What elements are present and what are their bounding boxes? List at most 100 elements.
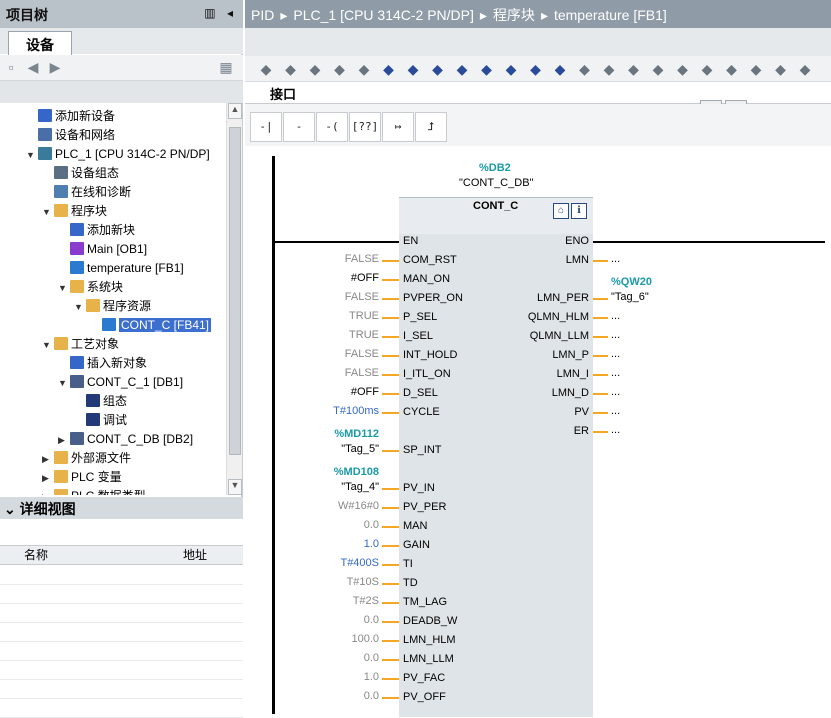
db-name[interactable]: "CONT_C_DB" (459, 177, 533, 189)
input-connector[interactable] (382, 488, 399, 490)
input-value[interactable]: T#2S (353, 595, 379, 607)
display-icon[interactable]: ◆ (453, 60, 471, 78)
scroll-down-icon[interactable]: ▼ (228, 479, 242, 495)
expand-down-icon[interactable]: ▼ (58, 279, 70, 298)
new-icon[interactable]: ▫ (2, 58, 20, 76)
output-value[interactable]: ... (611, 253, 620, 265)
input-connector[interactable] (382, 621, 399, 623)
input-connector[interactable] (382, 260, 399, 262)
detail-view-header[interactable]: ⌄ 详细视图 (0, 497, 243, 519)
tree-item[interactable]: 设备和网络 (26, 126, 115, 145)
input-value[interactable]: 0.0 (364, 652, 379, 664)
input-value[interactable]: T#100ms (333, 405, 379, 417)
insert-row-icon[interactable]: ◆ (306, 60, 324, 78)
tree-item[interactable]: 添加新设备 (26, 107, 115, 126)
expand-down-icon[interactable]: ▼ (26, 146, 38, 165)
tree-item[interactable]: ▼ 程序块 (42, 202, 107, 221)
input-value[interactable]: FALSE (345, 253, 379, 265)
upload-icon[interactable]: ◆ (649, 60, 667, 78)
output-value[interactable]: ... (611, 310, 620, 322)
breadcrumb-item[interactable]: PID (251, 7, 274, 23)
output-connector[interactable] (593, 260, 608, 262)
expand-down-icon[interactable]: ▼ (58, 374, 70, 393)
tree-item[interactable]: temperature [FB1] (58, 259, 184, 278)
comments-icon[interactable]: ◆ (429, 60, 447, 78)
tree-item[interactable]: 添加新块 (58, 221, 135, 240)
tree-item[interactable]: ▼ PLC_1 [CPU 314C-2 PN/DP] (26, 145, 210, 164)
go-offline-icon[interactable]: ◆ (600, 60, 618, 78)
overview-icon[interactable]: ▦ (217, 58, 235, 76)
download-icon[interactable]: ◆ (625, 60, 643, 78)
output-value[interactable]: ... (611, 405, 620, 417)
technology-object-icon[interactable]: ⌂ (553, 203, 569, 219)
input-value[interactable]: 0.0 (364, 519, 379, 531)
no-contact-icon[interactable]: -| |- (250, 112, 282, 161)
commissioning-icon[interactable]: ℹ (571, 203, 587, 219)
function-block[interactable]: CONT_C ⌂ ℹ EN COM_RST MAN_ON PVPER_ON P_SEL I… (399, 197, 593, 717)
output-value[interactable]: ... (611, 348, 620, 360)
input-value[interactable]: "Tag_5" (341, 443, 379, 455)
tree-item[interactable]: ▼ 程序资源 (74, 297, 151, 316)
breadcrumb-item[interactable]: PLC_1 [CPU 314C-2 PN/DP] (293, 7, 474, 23)
go-online-icon[interactable]: ◆ (576, 60, 594, 78)
tree-item[interactable]: 调试 (74, 411, 127, 430)
input-connector[interactable] (382, 336, 399, 338)
open-branch-icon[interactable]: ↦ (382, 112, 414, 142)
tree-item[interactable]: CONT_C [FB41] (90, 316, 212, 335)
absolute-address-icon[interactable]: ◆ (380, 60, 398, 78)
monitor-icon[interactable]: ◆ (551, 60, 569, 78)
indent-icon[interactable]: ◆ (723, 60, 741, 78)
breadcrumb-item[interactable]: temperature [FB1] (554, 7, 667, 23)
tree-item[interactable]: ▶ PLC 数据类型 (42, 487, 146, 495)
tree-item[interactable]: ▶ 外部源文件 (42, 449, 131, 468)
output-value[interactable]: "Tag_6" (611, 291, 649, 303)
chevron-down-icon[interactable]: ⌄ (4, 501, 16, 517)
input-value[interactable]: 0.0 (364, 690, 379, 702)
tree-scrollbar[interactable]: ▲ ▼ (226, 103, 242, 495)
tree-item[interactable]: Main [OB1] (58, 240, 147, 259)
tree-item[interactable]: 设备组态 (42, 164, 119, 183)
output-connector[interactable] (593, 336, 608, 338)
input-connector[interactable] (382, 583, 399, 585)
coil-icon[interactable]: -( )- (316, 112, 348, 161)
favorites-icon[interactable]: ◆ (404, 60, 422, 78)
input-connector[interactable] (382, 355, 399, 357)
input-connector[interactable] (382, 526, 399, 528)
input-value[interactable]: FALSE (345, 348, 379, 360)
input-connector[interactable] (382, 602, 399, 604)
outdent-icon[interactable]: ◆ (747, 60, 765, 78)
input-connector[interactable] (382, 678, 399, 680)
input-connector[interactable] (382, 317, 399, 319)
output-connector[interactable] (593, 412, 608, 414)
watch-icon[interactable]: ◆ (478, 60, 496, 78)
zoom-icon[interactable]: ◆ (502, 60, 520, 78)
input-connector[interactable] (382, 545, 399, 547)
tree-item[interactable]: ▼ 系统块 (58, 278, 123, 297)
input-connector[interactable] (382, 564, 399, 566)
tree-item[interactable]: ▶ PLC 变量 (42, 468, 122, 487)
snapshot-icon[interactable]: ◆ (698, 60, 716, 78)
breadcrumb-item[interactable]: 程序块 (493, 7, 535, 23)
expand-down-icon[interactable]: ▼ (74, 298, 86, 317)
tree-item[interactable]: ▼ 工艺对象 (42, 335, 119, 354)
input-connector[interactable] (382, 279, 399, 281)
input-connector[interactable] (382, 298, 399, 300)
input-value[interactable]: 100.0 (351, 633, 379, 645)
output-connector[interactable] (593, 355, 608, 357)
compile-icon[interactable]: ◆ (674, 60, 692, 78)
tab-devices[interactable]: 设备 (8, 31, 72, 55)
input-value[interactable]: T#10S (347, 576, 379, 588)
input-value[interactable]: W#16#0 (338, 500, 379, 512)
panel-controls[interactable]: ▥ ◂ (204, 6, 237, 20)
scroll-thumb[interactable] (229, 127, 241, 455)
output-connector[interactable] (593, 317, 608, 319)
close-branch-icon[interactable]: ⮥ (415, 112, 447, 142)
input-value[interactable]: FALSE (345, 291, 379, 303)
expand-down-icon[interactable]: ▼ (42, 336, 54, 355)
empty-box-icon[interactable]: [??] (349, 112, 381, 142)
output-value[interactable]: ... (611, 386, 620, 398)
toggle-icon[interactable]: ◆ (796, 60, 814, 78)
col-address[interactable]: 地址 (183, 546, 207, 564)
input-value[interactable]: TRUE (349, 329, 379, 341)
tree-item[interactable]: ▼ CONT_C_1 [DB1] (58, 373, 183, 392)
